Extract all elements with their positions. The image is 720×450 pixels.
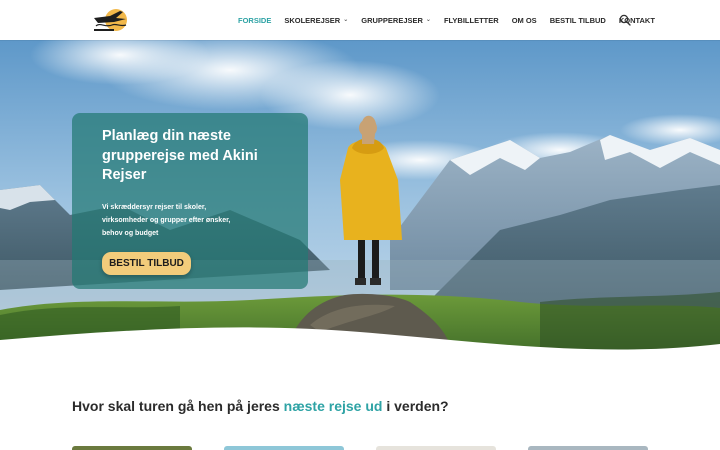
hero-text: Vi skræddersyr rejser til skoler, virkso… bbox=[102, 204, 231, 237]
site-header: FORSIDE SKOLEREJSER ⌄ GRUPPEREJSER ⌄ FLY… bbox=[0, 0, 720, 40]
destination-card-image[interactable] bbox=[376, 446, 496, 450]
chevron-down-icon: ⌄ bbox=[343, 16, 349, 23]
heading-part: i verden? bbox=[382, 398, 449, 414]
bestil-tilbud-button[interactable]: BESTIL TILBUD bbox=[102, 252, 191, 275]
heading-highlight: næste rejse ud bbox=[283, 398, 383, 414]
search-icon[interactable] bbox=[619, 14, 631, 26]
heading-part: Hvor skal turen gå hen på jeres bbox=[72, 398, 284, 414]
nav-item-flybilletter[interactable]: FLYBILLETTER bbox=[444, 16, 499, 25]
akini-logo[interactable] bbox=[90, 6, 130, 34]
destination-card-image[interactable] bbox=[528, 446, 648, 450]
nav-item-skolerejser[interactable]: SKOLEREJSER ⌄ bbox=[284, 16, 348, 25]
hero-card: Planlæg din næste grupperejse med Akini … bbox=[72, 113, 308, 289]
section-heading: Hvor skal turen gå hen på jeres næste re… bbox=[72, 398, 449, 414]
destination-card-image[interactable] bbox=[72, 446, 192, 450]
chevron-down-icon: ⌄ bbox=[425, 16, 431, 23]
nav-label: OM OS bbox=[511, 15, 537, 25]
nav-label: FLYBILLETTER bbox=[443, 15, 499, 25]
nav-label: SKOLEREJSER bbox=[284, 15, 341, 25]
nav-item-grupperejser[interactable]: GRUPPEREJSER ⌄ bbox=[361, 16, 431, 25]
nav-item-om-os[interactable]: OM OS bbox=[512, 16, 537, 25]
destination-card-image[interactable] bbox=[224, 446, 344, 450]
hero-banner: Planlæg din næste grupperejse med Akini … bbox=[0, 40, 720, 360]
nav-label: BESTIL TILBUD bbox=[549, 15, 606, 25]
hero-title: Planlæg din næste grupperejse med Akini … bbox=[102, 128, 258, 183]
nav-label: FORSIDE bbox=[238, 15, 272, 25]
nav-item-bestil-tilbud[interactable]: BESTIL TILBUD bbox=[550, 16, 606, 25]
nav-label: GRUPPEREJSER bbox=[361, 15, 423, 25]
main-nav: FORSIDE SKOLEREJSER ⌄ GRUPPEREJSER ⌄ FLY… bbox=[238, 0, 668, 40]
nav-item-forside[interactable]: FORSIDE bbox=[238, 16, 271, 25]
